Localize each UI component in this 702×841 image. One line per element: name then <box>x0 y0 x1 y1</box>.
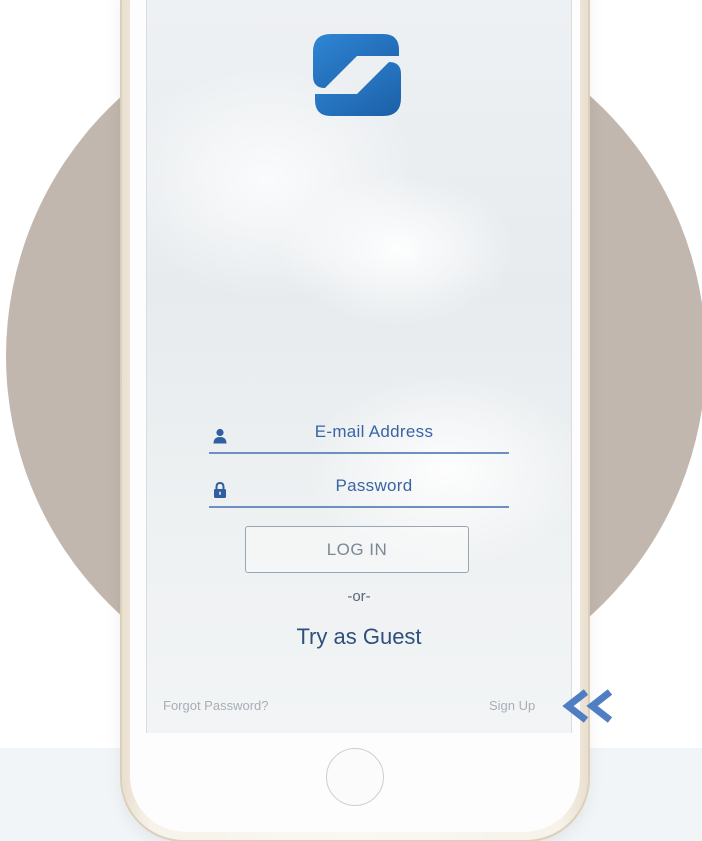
try-as-guest-link[interactable]: Try as Guest <box>147 624 571 650</box>
double-chevron-left-icon <box>562 689 613 723</box>
sign-up-link[interactable]: Sign Up <box>489 698 535 713</box>
email-field[interactable]: E-mail Address <box>209 414 509 454</box>
login-button[interactable]: LOG IN <box>245 526 469 573</box>
login-screen: E-mail Address Password LOG IN -or- Try … <box>146 0 572 733</box>
email-placeholder: E-mail Address <box>314 422 434 441</box>
password-underline <box>209 506 509 508</box>
lock-icon <box>214 482 226 498</box>
or-separator: -or- <box>347 588 371 605</box>
user-icon <box>213 428 227 444</box>
password-placeholder: Password <box>335 476 413 495</box>
forgot-password-link[interactable]: Forgot Password? <box>163 698 269 713</box>
password-field[interactable]: Password <box>209 468 509 508</box>
s-logo <box>313 34 401 116</box>
email-underline <box>209 452 509 454</box>
home-button[interactable] <box>326 748 384 806</box>
